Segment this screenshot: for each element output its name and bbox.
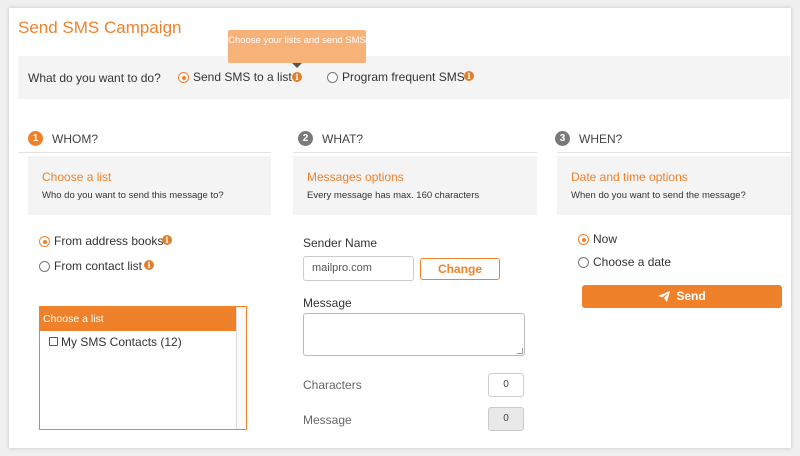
choose-date-label[interactable]: Choose a date xyxy=(593,255,671,269)
list-item-label[interactable]: My SMS Contacts (12) xyxy=(61,335,182,349)
list-selector-header: Choose a list xyxy=(40,307,236,331)
step-2-number: 2 xyxy=(298,131,313,146)
step-1-divider xyxy=(18,152,271,153)
sender-name-label: Sender Name xyxy=(303,236,378,250)
whom-info-box: Choose a list Who do you want to send th… xyxy=(28,156,271,215)
contact-list-label[interactable]: From contact list xyxy=(54,259,142,273)
message-textarea[interactable] xyxy=(303,313,525,356)
list-selector: Choose a list My SMS Contacts (12) xyxy=(39,306,247,430)
send-to-list-label[interactable]: Send SMS to a list xyxy=(193,70,292,84)
when-info-title: Date and time options xyxy=(571,170,688,184)
resize-grip-icon[interactable] xyxy=(517,348,523,354)
program-frequent-radio[interactable] xyxy=(327,72,338,83)
step-3-divider xyxy=(557,152,791,153)
page-title: Send SMS Campaign xyxy=(18,18,182,37)
info-icon[interactable]: i xyxy=(464,71,474,81)
list-checkbox[interactable] xyxy=(49,337,58,346)
info-icon[interactable]: i xyxy=(144,260,154,270)
step-3-title: WHEN? xyxy=(579,132,623,146)
message-label: Message xyxy=(303,296,352,310)
step-3-number: 3 xyxy=(555,131,570,146)
characters-label: Characters xyxy=(303,378,362,392)
characters-count-field: 0 xyxy=(488,373,524,397)
info-icon[interactable]: i xyxy=(162,235,172,245)
info-icon[interactable]: i xyxy=(292,72,302,82)
program-frequent-label[interactable]: Program frequent SMS xyxy=(342,70,465,84)
address-books-label[interactable]: From address books xyxy=(54,234,163,248)
contact-list-radio[interactable] xyxy=(39,261,50,272)
whom-info-title: Choose a list xyxy=(42,170,112,184)
change-button[interactable]: Change xyxy=(420,258,500,280)
what-info-title: Messages options xyxy=(307,170,404,184)
whom-info-desc: Who do you want to send this message to? xyxy=(42,190,224,201)
tooltip: Choose your lists and send SMS xyxy=(228,30,366,68)
step-1-number: 1 xyxy=(28,131,43,146)
when-info-desc: When do you want to send the message? xyxy=(571,190,746,201)
question-label: What do you want to do? xyxy=(28,71,161,85)
step-2-title: WHAT? xyxy=(322,132,364,146)
list-scrollbar[interactable] xyxy=(236,307,246,429)
now-radio[interactable] xyxy=(578,234,589,245)
sender-name-input[interactable]: mailpro.com xyxy=(303,256,414,281)
step-2-divider xyxy=(293,152,537,153)
what-info-desc: Every message has max. 160 characters xyxy=(307,190,480,201)
send-button[interactable]: Send xyxy=(582,285,782,308)
address-books-radio[interactable] xyxy=(39,236,50,247)
send-button-label: Send xyxy=(676,289,706,303)
message-count-field: 0 xyxy=(488,407,524,431)
now-label[interactable]: Now xyxy=(593,232,617,246)
paper-plane-icon xyxy=(658,291,671,302)
choose-date-radio[interactable] xyxy=(578,257,589,268)
what-info-box: Messages options Every message has max. … xyxy=(293,156,537,215)
step-1-title: WHOM? xyxy=(52,132,98,146)
when-info-box: Date and time options When do you want t… xyxy=(557,156,791,215)
message-count-label: Message xyxy=(303,413,352,427)
send-to-list-radio[interactable] xyxy=(178,72,189,83)
